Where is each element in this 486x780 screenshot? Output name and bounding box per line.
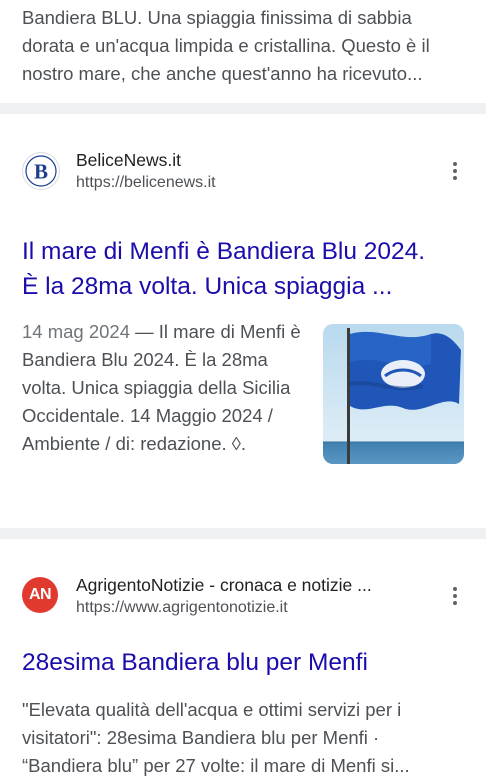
site-url: https://www.agrigentonotizie.it — [76, 599, 288, 616]
more-options-icon[interactable] — [448, 156, 462, 186]
result-title-link[interactable]: Il mare di Menfi è Bandiera Blu 2024. È … — [0, 234, 486, 304]
title-line-2: È la 28ma volta. Unica spiaggia ... — [22, 273, 393, 300]
more-options-icon[interactable] — [448, 581, 462, 611]
previous-result-snippet: Bandiera BLU. Una spiaggia finissima di … — [22, 7, 430, 84]
blue-flag-thumbnail[interactable] — [323, 324, 464, 464]
result-body: 14 mag 2024 — Il mare di Menfi è Bandier… — [0, 318, 486, 464]
belicenews-favicon-icon: B — [22, 152, 60, 190]
search-result-belicenews: B BeliceNews.it https://belicenews.it Il… — [0, 114, 486, 528]
result-divider — [0, 103, 486, 114]
favicon-letters: AN — [28, 586, 52, 603]
result-divider — [0, 528, 486, 539]
result-source[interactable]: AN AgrigentoNotizie - cronaca e notizie … — [0, 575, 486, 637]
site-name: AgrigentoNotizie - cronaca e notizie ... — [76, 575, 372, 595]
result-snippet: 14 mag 2024 — Il mare di Menfi è Bandier… — [22, 318, 312, 458]
result-snippet: "Elevata qualità dell'acqua e ottimi ser… — [22, 699, 410, 776]
svg-text:B: B — [34, 160, 48, 184]
search-result-agrigentonotizie: AN AgrigentoNotizie - cronaca e notizie … — [0, 539, 486, 780]
title-line-1: Il mare di Menfi è Bandiera Blu 2024. — [22, 238, 426, 265]
result-source[interactable]: B BeliceNews.it https://belicenews.it — [0, 150, 486, 212]
result-date: 14 mag 2024 — [22, 321, 131, 342]
site-url: https://belicenews.it — [76, 174, 216, 191]
site-name: BeliceNews.it — [76, 150, 182, 170]
result-title-link[interactable]: 28esima Bandiera blu per Menfi — [0, 645, 486, 680]
agrigentonotizie-favicon-icon: AN — [22, 577, 58, 613]
